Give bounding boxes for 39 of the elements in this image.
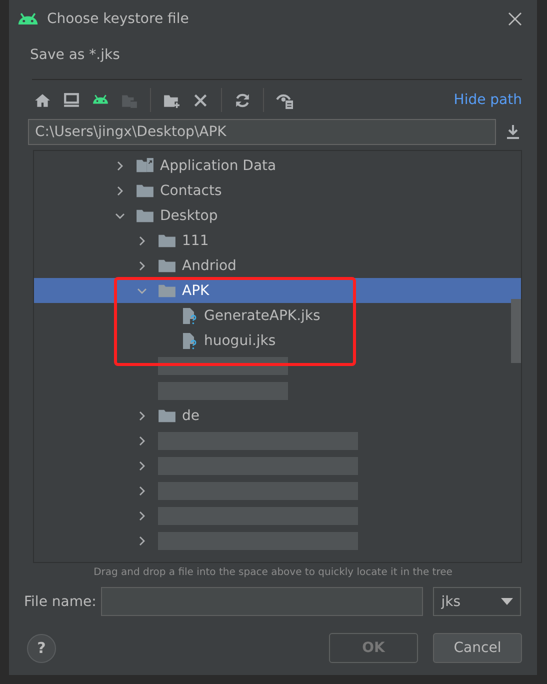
window-title: Choose keystore file [47, 11, 190, 27]
tree-item[interactable]: Andriod [182, 258, 236, 274]
close-icon[interactable] [508, 12, 522, 26]
tree-item[interactable]: 111 [182, 232, 209, 248]
hint-text: Drag and drop a file into the space above to quickly locate it in the tree [92, 567, 454, 580]
tree-item[interactable]: de [182, 408, 200, 424]
download-icon[interactable] [506, 124, 520, 140]
scrollbar-thumb[interactable] [511, 299, 521, 363]
folder-icon [158, 233, 176, 248]
tree-item[interactable]: APK [182, 282, 210, 298]
folder-icon [158, 408, 176, 423]
file-tree[interactable]: Application Data Contacts Desktop 111 Andriod APK GenerateAPK.jks huogui.jks de [33, 150, 522, 563]
android-icon [17, 11, 39, 27]
tree-item[interactable]: Application Data [160, 158, 276, 174]
tree-item[interactable]: GenerateAPK.jks [204, 308, 320, 324]
folder-icon [136, 183, 154, 198]
hide-path-link[interactable]: Hide path [454, 92, 522, 108]
folder-icon [136, 208, 154, 223]
tree-item[interactable]: huogui.jks [204, 332, 276, 348]
description-text: Save as *.jks [29, 46, 121, 65]
home-icon[interactable] [34, 92, 51, 108]
refresh-icon[interactable] [234, 92, 251, 108]
shortcut-folder-icon [136, 158, 154, 173]
monitor-icon[interactable] [63, 92, 80, 108]
delete-icon[interactable] [192, 92, 209, 108]
eye-list-icon[interactable] [276, 92, 293, 108]
file-name-field[interactable] [101, 587, 424, 616]
file-name-label: File name: [24, 594, 96, 610]
cancel-button[interactable]: Cancel [433, 633, 522, 663]
file-question-icon [180, 332, 198, 350]
file-type-dropdown[interactable]: jks [433, 587, 522, 616]
file-question-icon [180, 306, 198, 324]
dropdown-arrow-icon [501, 598, 514, 606]
tree-item[interactable]: Contacts [160, 182, 222, 198]
tree-item[interactable]: Desktop [160, 208, 218, 224]
help-button[interactable]: ? [27, 634, 56, 662]
folder-icon [158, 283, 176, 298]
folder-icon [158, 258, 176, 273]
path-field[interactable]: C:\Users\jingx\Desktop\APK [28, 119, 496, 145]
